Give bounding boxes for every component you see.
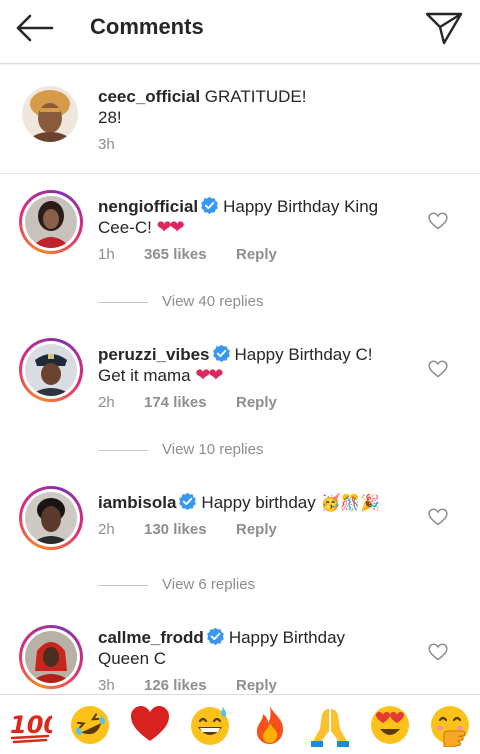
comment-line-1: Happy Birthday King (223, 197, 379, 216)
avatar-story-ring[interactable] (19, 486, 83, 550)
avatar-story-ring[interactable] (19, 190, 83, 254)
timestamp: 3h (98, 136, 115, 153)
red-heart-emoji: ❤❤ (156, 217, 185, 238)
view-replies-label: View 10 replies (162, 441, 264, 458)
send-direct-icon[interactable] (424, 10, 464, 46)
avatar (25, 492, 77, 544)
back-arrow-icon[interactable] (14, 12, 54, 44)
divider-line (98, 450, 148, 451)
comment-line-1: Happy Birthday C! (234, 345, 373, 364)
reply-button[interactable]: Reply (236, 521, 277, 538)
verified-badge-icon (201, 196, 218, 215)
comment-text: nengiofficial Happy Birthday King Cee-C! … (98, 196, 378, 238)
username[interactable]: ceec_official (98, 87, 200, 106)
folded-hands-icon[interactable] (308, 703, 352, 747)
red-heart-icon[interactable] (128, 703, 172, 747)
comment-line-1: Happy Birthday (228, 628, 346, 647)
comment-line-1: Happy birthday (201, 493, 316, 512)
avatar[interactable] (22, 86, 78, 142)
divider-line (98, 302, 148, 303)
like-heart-icon[interactable] (428, 643, 448, 661)
caption-line-1: GRATITUDE! (204, 87, 307, 106)
avatar (25, 344, 77, 396)
caption-line-2: 28! (98, 108, 122, 127)
page-title: Comments (90, 14, 204, 39)
username[interactable]: iambisola (98, 493, 176, 512)
comment-text: callme_frodd Happy Birthday Queen C (98, 627, 345, 669)
view-replies-button[interactable]: View 10 replies (98, 441, 298, 461)
heart-eyes-icon[interactable] (368, 703, 412, 747)
view-replies-label: View 6 replies (162, 576, 256, 593)
username[interactable]: callme_frodd (98, 628, 204, 647)
timestamp: 2h (98, 521, 115, 538)
timestamp: 3h (98, 677, 115, 694)
hundred-points-icon[interactable]: 100 (8, 703, 60, 747)
timestamp: 1h (98, 246, 115, 263)
likes-count[interactable]: 130 likes (144, 521, 207, 538)
like-heart-icon[interactable] (428, 360, 448, 378)
avatar (25, 196, 77, 248)
reply-button[interactable]: Reply (236, 246, 277, 263)
verified-badge-icon (212, 344, 230, 363)
reply-button[interactable]: Reply (236, 677, 277, 694)
emoji-quick-bar: 100 (0, 694, 480, 754)
rolling-laughing-icon[interactable] (68, 703, 112, 747)
like-heart-icon[interactable] (428, 212, 448, 230)
caption-text: ceec_official GRATITUDE! 28! (98, 86, 306, 128)
view-replies-label: View 40 replies (162, 293, 264, 310)
username[interactable]: nengiofficial (98, 197, 198, 216)
comment-line-2: Cee-C! (98, 218, 152, 237)
view-replies-button[interactable]: View 6 replies (98, 576, 298, 596)
timestamp: 2h (98, 394, 115, 411)
fire-icon[interactable] (248, 703, 292, 747)
like-heart-icon[interactable] (428, 508, 448, 526)
comment-line-2: Queen C (98, 649, 167, 668)
header-bar: Comments (0, 0, 480, 64)
comment-line-2: Get it mama (98, 366, 191, 385)
grinning-sweat-icon[interactable] (188, 703, 232, 747)
verified-badge-icon (179, 492, 197, 511)
reply-button[interactable]: Reply (236, 394, 277, 411)
comment-text: peruzzi_vibes Happy Birthday C! Get it ma… (98, 344, 372, 386)
comment-text: iambisola Happy birthday 🥳🎊🎉 (98, 492, 380, 513)
likes-count[interactable]: 365 likes (144, 246, 207, 263)
likes-count[interactable]: 174 likes (144, 394, 207, 411)
divider-line (98, 585, 148, 586)
view-replies-button[interactable]: View 40 replies (98, 293, 298, 313)
verified-badge-icon (206, 627, 224, 646)
red-heart-emoji: ❤❤ (195, 365, 223, 386)
hand-over-mouth-icon[interactable] (428, 703, 472, 748)
username[interactable]: peruzzi_vibes (98, 345, 210, 364)
svg-text:100: 100 (10, 711, 52, 739)
party-emojis: 🥳🎊🎉 (320, 493, 381, 512)
post-caption: ceec_official GRATITUDE! 28! 3h (0, 64, 480, 174)
avatar (25, 631, 77, 683)
avatar-story-ring[interactable] (19, 338, 83, 402)
avatar-story-ring[interactable] (19, 625, 83, 689)
likes-count[interactable]: 126 likes (144, 677, 207, 694)
